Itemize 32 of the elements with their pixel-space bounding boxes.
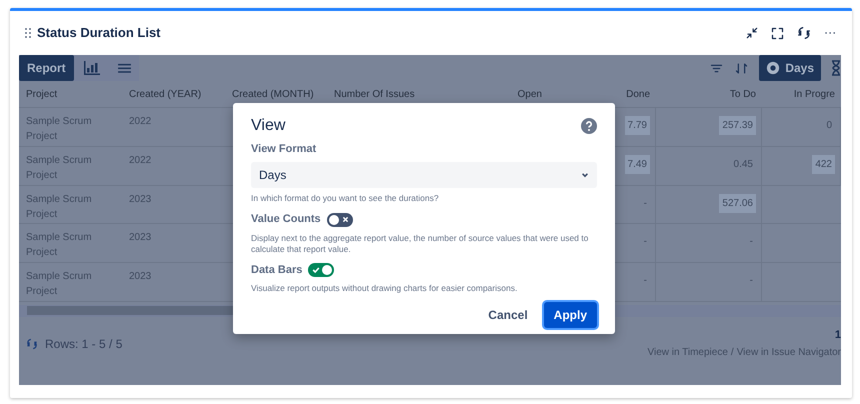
table-cell-text: 2022	[128, 154, 152, 168]
field-hint: In which format do you want to see the durations?	[251, 192, 440, 204]
table-cell-text: -	[748, 235, 754, 250]
rows-count: Rows: 1 - 5 / 5	[45, 336, 122, 353]
table-cell-text: Sample Scrum Project	[25, 115, 93, 144]
field-label: Data Bars	[251, 262, 302, 278]
field-hint: Visualize report outputs without drawing charts for easier comparisons.	[251, 283, 518, 294]
data-bar: 422	[812, 154, 835, 174]
field-label: Value Counts	[251, 212, 321, 228]
link-separator: /	[730, 346, 734, 360]
table-cell-text: 2023	[128, 192, 152, 207]
table-cell-text: Sample Scrum Project	[25, 154, 93, 183]
widget-title: Status Duration List	[37, 24, 161, 42]
table-cell-text: 0.45	[732, 158, 754, 172]
table-cell-text: Sample Scrum Project	[25, 231, 93, 260]
table-cell-text: -	[642, 196, 648, 211]
table-cell-text: Sample Scrum Project	[25, 192, 93, 222]
data-bar: 7.79	[624, 116, 650, 135]
data-bar: 257.39	[719, 116, 756, 135]
table-cell-text: -	[748, 274, 754, 288]
data-bar: 527.06	[719, 194, 756, 213]
dialog-title: View	[251, 116, 286, 136]
table-cell-text: 2023	[128, 270, 152, 284]
table-cell-text: -	[642, 274, 648, 288]
field-label: View Format	[251, 142, 318, 157]
table-cell-text: -	[642, 235, 648, 250]
table-cell-text: Sample Scrum Project	[25, 270, 93, 300]
field-hint: Display next to the aggregate report value, the number of source values that were used to calculate that report value.	[251, 232, 590, 255]
table-cell-text: 2022	[128, 115, 152, 129]
table-cell-text: 0	[825, 119, 833, 133]
table-cell-text: 2023	[128, 231, 152, 246]
data-bar: 7.49	[624, 154, 650, 174]
